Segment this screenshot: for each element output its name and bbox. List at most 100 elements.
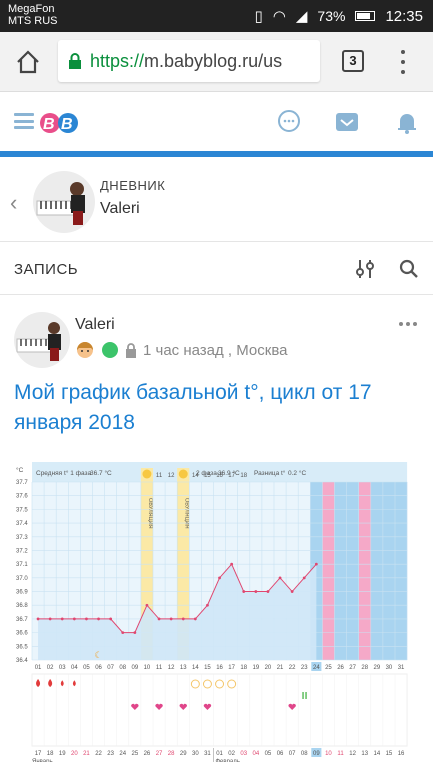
top-day-label: 15 xyxy=(204,473,211,479)
temperature-point xyxy=(314,562,318,566)
date-label: 17 xyxy=(35,751,42,757)
day-label: 21 xyxy=(277,665,284,671)
temperature-point xyxy=(72,617,76,621)
mail-icon[interactable] xyxy=(334,109,360,135)
post-options-icon[interactable] xyxy=(399,322,417,326)
temperature-point xyxy=(302,576,306,580)
moon-icon: ☾ xyxy=(95,651,103,661)
post-author-name[interactable]: Valeri xyxy=(75,316,115,334)
y-tick-label: 37.2 xyxy=(16,548,28,554)
diary-owner-name[interactable]: Valeri xyxy=(100,200,140,218)
battery-icon xyxy=(355,11,376,21)
header-divider xyxy=(0,151,433,157)
y-tick-label: 37.0 xyxy=(16,576,28,582)
date-label: 14 xyxy=(374,751,381,757)
temperature-point xyxy=(181,617,185,621)
temperature-point xyxy=(60,617,64,621)
top-day-label: 18 xyxy=(240,473,247,479)
search-icon[interactable] xyxy=(398,258,420,280)
y-tick-label: 37.7 xyxy=(16,480,28,486)
browser-menu-button[interactable] xyxy=(398,50,408,74)
y-tick-label: 36.9 xyxy=(16,590,28,596)
ovulation-label: ОВУЛЯЦИЯ xyxy=(183,498,189,529)
day-label: 24 xyxy=(313,665,320,671)
day-label: 16 xyxy=(216,665,223,671)
chat-icon[interactable] xyxy=(276,109,302,135)
date-label: 25 xyxy=(132,751,139,757)
diff-value: 0.2 °C xyxy=(288,469,306,477)
date-label: 19 xyxy=(59,751,66,757)
day-label: 02 xyxy=(47,665,54,671)
day-label: 03 xyxy=(59,665,66,671)
date-label: 01 xyxy=(216,751,223,757)
day-label: 27 xyxy=(349,665,356,671)
temperature-point xyxy=(290,590,294,593)
lock-icon xyxy=(126,342,136,358)
top-day-label: 16 xyxy=(216,473,223,479)
y-tick-label: 37.5 xyxy=(16,507,28,513)
date-label: 18 xyxy=(47,751,54,757)
post-meta: 1 час назад , Москва xyxy=(75,340,287,360)
temperature-point xyxy=(48,617,52,621)
day-label: 11 xyxy=(156,665,163,671)
temperature-point xyxy=(218,576,221,580)
battery-level: 73% xyxy=(317,8,346,24)
date-label: 15 xyxy=(386,751,393,757)
marks-area xyxy=(31,673,408,747)
pink-day-column xyxy=(358,482,371,660)
browser-toolbar: https://m.babyblog.ru/us 3 xyxy=(0,32,433,92)
date-label: 26 xyxy=(144,751,151,757)
filter-icon[interactable] xyxy=(354,258,376,280)
tab-switcher-button[interactable]: 3 xyxy=(342,50,364,72)
diary-header: ‹ ДНЕВНИК Valeri xyxy=(0,162,433,242)
date-label: 13 xyxy=(361,751,368,757)
lock-icon xyxy=(69,53,81,69)
author-avatar[interactable] xyxy=(14,312,70,368)
post-title[interactable]: Мой график базальной t°, цикл от 17 янва… xyxy=(14,378,424,438)
url-scheme: https:// xyxy=(90,50,145,71)
date-label: 03 xyxy=(240,751,247,757)
day-label: 17 xyxy=(228,665,235,671)
date-label: 11 xyxy=(337,751,344,757)
notification-bell-icon[interactable] xyxy=(394,109,420,135)
y-tick-label: 37.6 xyxy=(16,494,28,500)
day-label: 05 xyxy=(83,665,90,671)
y-tick-label: 36.7 xyxy=(16,617,28,623)
date-label: 05 xyxy=(265,751,272,757)
sun-icon xyxy=(142,469,152,479)
y-tick-label: 36.4 xyxy=(16,658,28,664)
day-label: 28 xyxy=(361,665,368,671)
date-label: 28 xyxy=(168,751,175,757)
month-label: Февраль xyxy=(216,759,240,762)
top-day-label: 12 xyxy=(168,473,175,479)
back-chevron-icon[interactable]: ‹ xyxy=(10,190,17,216)
day-label: 26 xyxy=(337,665,344,671)
date-label: 20 xyxy=(71,751,78,757)
diary-label: ДНЕВНИК xyxy=(100,178,166,193)
date-label: 12 xyxy=(349,751,356,757)
url-bar[interactable]: https://m.babyblog.ru/us xyxy=(58,40,320,82)
date-label: 09 xyxy=(313,751,320,757)
diff-label: Разница t° xyxy=(254,469,286,477)
date-label: 07 xyxy=(289,751,296,757)
date-label: 24 xyxy=(119,751,126,757)
status-bar: MegaFon MTS RUS ▯ ◠ ◢ 73% 12:35 xyxy=(0,0,433,32)
day-label: 07 xyxy=(107,665,114,671)
hamburger-menu-icon[interactable] xyxy=(14,113,34,129)
temperature-point xyxy=(169,617,173,621)
temperature-point xyxy=(97,617,100,621)
carrier-2: MTS RUS xyxy=(8,15,58,27)
temperature-point xyxy=(242,590,246,593)
day-label: 19 xyxy=(253,665,260,671)
babyblog-logo[interactable]: B B xyxy=(38,107,86,137)
carrier-1: MegaFon xyxy=(8,3,55,15)
date-label: 30 xyxy=(192,751,199,757)
date-label: 06 xyxy=(277,751,284,757)
day-label: 15 xyxy=(204,665,211,671)
svg-text:B: B xyxy=(61,116,72,133)
temperature-point xyxy=(206,603,209,607)
carrier-info: MegaFon MTS RUS xyxy=(8,3,58,27)
clock: 12:35 xyxy=(385,7,423,25)
home-icon[interactable] xyxy=(14,48,42,76)
diary-avatar[interactable] xyxy=(33,171,95,233)
